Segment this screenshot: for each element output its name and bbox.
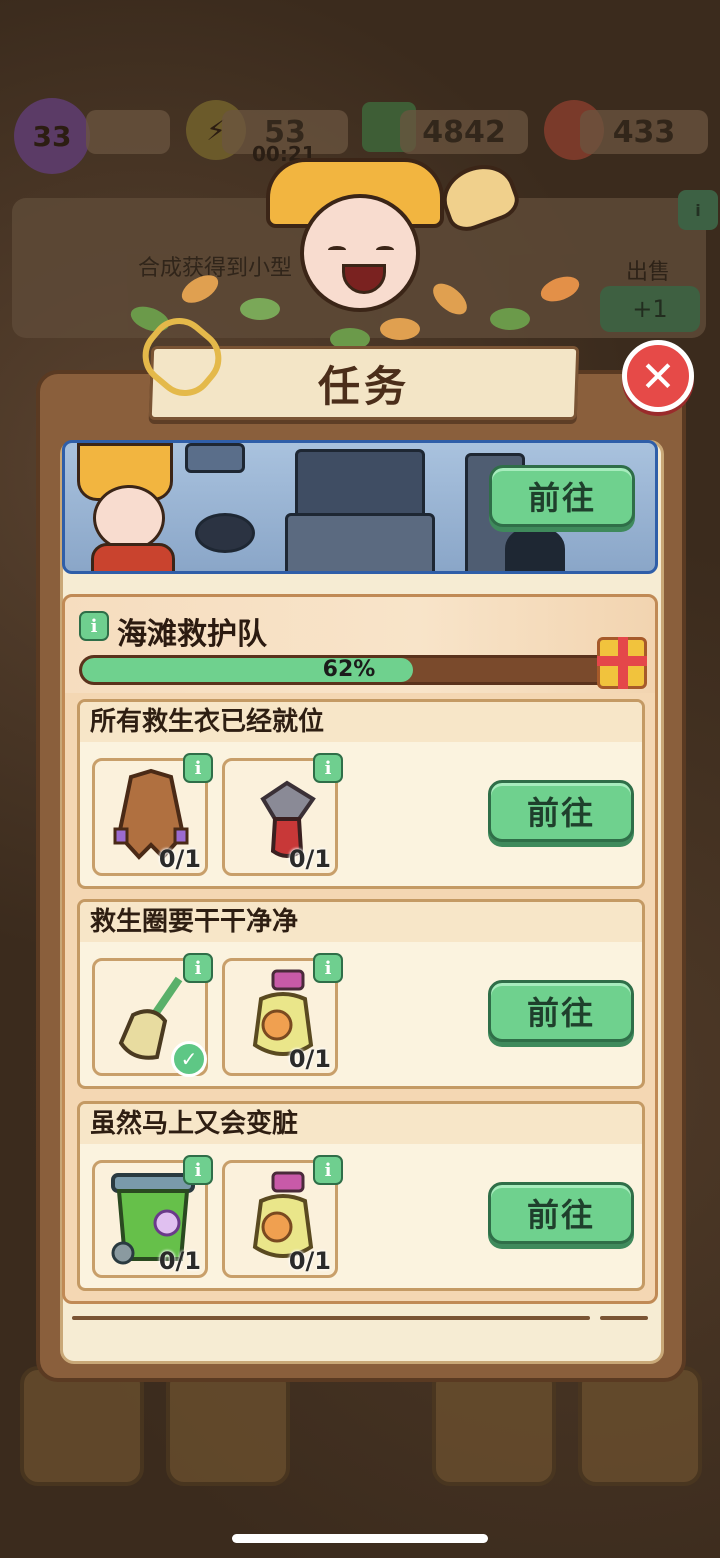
item-count: 0/1 bbox=[158, 845, 201, 873]
info-icon[interactable]: i bbox=[313, 1155, 343, 1185]
subtask-go-label: 前往 bbox=[526, 1196, 595, 1234]
modal-title: 任务 bbox=[317, 361, 410, 411]
item-count: 0/1 bbox=[158, 1247, 201, 1275]
cash-pill[interactable]: 4842 bbox=[400, 110, 528, 154]
basket-button[interactable] bbox=[432, 1366, 556, 1486]
subtask-card: 救生圈要干干净净 i ✓ i 0/1 前往 bbox=[77, 899, 645, 1089]
item-slot[interactable]: i 0/1 bbox=[92, 753, 213, 876]
level-progress-pill bbox=[86, 110, 170, 154]
subtask-card: 虽然马上又会变脏 i 0/1 i 0/1 前往 bbox=[77, 1101, 645, 1291]
quest-header: i 海滩救护队 62% bbox=[65, 597, 655, 693]
level-value: 33 bbox=[32, 119, 72, 153]
info-icon[interactable]: i bbox=[183, 953, 213, 983]
home-indicator[interactable] bbox=[232, 1534, 488, 1543]
divider bbox=[600, 1316, 648, 1320]
broom-icon bbox=[433, 155, 525, 237]
item-slot[interactable]: i 0/1 bbox=[92, 1155, 213, 1278]
check-icon: ✓ bbox=[171, 1041, 207, 1077]
item-slot[interactable]: i 0/1 bbox=[222, 753, 343, 876]
scene-go-label: 前往 bbox=[527, 479, 596, 517]
gift-icon[interactable] bbox=[597, 637, 647, 689]
item-count: 0/1 bbox=[288, 845, 331, 873]
subtask-title: 虽然马上又会变脏 bbox=[80, 1104, 642, 1144]
quest-progress-bar: 62% bbox=[79, 655, 619, 685]
subtask-go-label: 前往 bbox=[526, 794, 595, 832]
sell-label: 出售 bbox=[626, 260, 671, 285]
backpack-button[interactable] bbox=[166, 1366, 290, 1486]
subtask-title: 救生圈要干干净净 bbox=[80, 902, 642, 942]
divider bbox=[72, 1316, 590, 1320]
gem-pill[interactable]: 433 bbox=[580, 110, 708, 154]
subtask-card: 所有救生衣已经就位 i 0/1 i 0/1 前往 bbox=[77, 699, 645, 889]
info-icon[interactable]: i bbox=[678, 190, 718, 230]
info-icon[interactable]: i bbox=[79, 611, 109, 641]
item-count: 0/1 bbox=[288, 1247, 331, 1275]
cash-value: 4842 bbox=[422, 114, 506, 150]
close-icon: ✕ bbox=[640, 351, 676, 401]
item-slot[interactable]: i 0/1 bbox=[222, 1155, 343, 1278]
gem-value: 433 bbox=[612, 114, 676, 150]
sell-button[interactable]: +1 bbox=[600, 286, 700, 332]
scene-banner: 前往 bbox=[62, 440, 658, 574]
hero-face bbox=[300, 194, 420, 312]
subtask-go-button[interactable]: 前往 bbox=[488, 980, 634, 1042]
item-slot[interactable]: i 0/1 bbox=[222, 953, 343, 1076]
subtask-title: 所有救生衣已经就位 bbox=[80, 702, 642, 742]
subtask-go-button[interactable]: 前往 bbox=[488, 1182, 634, 1244]
collection-button[interactable] bbox=[578, 1366, 702, 1486]
quest-card: i 海滩救护队 62% 所有救生衣已经就位 i 0/1 i 0/1 前往 救生圈… bbox=[62, 594, 658, 1304]
item-slot[interactable]: i ✓ bbox=[92, 953, 213, 1077]
scene-character bbox=[93, 485, 165, 551]
info-icon[interactable]: i bbox=[183, 753, 213, 783]
subtask-go-label: 前往 bbox=[526, 994, 595, 1032]
sell-button-label: +1 bbox=[632, 295, 668, 323]
item-count: 0/1 bbox=[288, 1045, 331, 1073]
level-badge[interactable]: 33 bbox=[14, 98, 90, 174]
close-button[interactable]: ✕ bbox=[622, 340, 694, 412]
quest-progress-label: 62% bbox=[322, 657, 376, 682]
quest-title: 海滩救护队 bbox=[117, 617, 267, 652]
subtask-go-button[interactable]: 前往 bbox=[488, 780, 634, 842]
info-icon[interactable]: i bbox=[183, 1155, 213, 1185]
info-icon[interactable]: i bbox=[313, 953, 343, 983]
back-button[interactable] bbox=[20, 1366, 144, 1486]
info-icon[interactable]: i bbox=[313, 753, 343, 783]
scene-go-button[interactable]: 前往 bbox=[489, 465, 635, 527]
